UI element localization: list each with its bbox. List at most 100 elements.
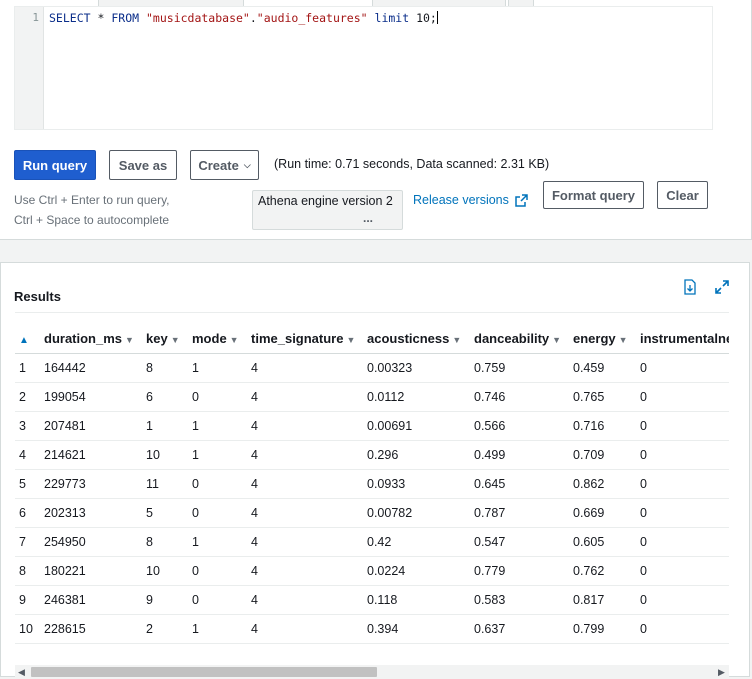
sql-editor[interactable]: 1 SELECT * FROM "musicdatabase"."audio_f… (14, 6, 713, 130)
table-cell: 180221 (40, 556, 142, 586)
table-cell: 0 (636, 498, 729, 528)
sql-limit-value: 10; (416, 11, 437, 25)
keyboard-hint: Ctrl + Space to autocomplete (14, 213, 170, 227)
table-cell: 0.765 (569, 382, 636, 412)
table-cell: 0 (636, 353, 729, 383)
text-cursor (436, 11, 438, 24)
table-cell: 0.605 (569, 527, 636, 557)
scrollbar-thumb[interactable] (31, 667, 377, 677)
table-cell: 1 (188, 614, 247, 644)
table-cell: 0 (636, 585, 729, 615)
table-cell: 207481 (40, 411, 142, 441)
row-number-cell: 1 (15, 353, 40, 383)
format-query-button[interactable]: Format query (543, 181, 644, 209)
expand-icon[interactable] (714, 279, 730, 298)
run-query-button[interactable]: Run query (14, 150, 96, 180)
save-as-button[interactable]: Save as (109, 150, 177, 180)
column-header-energy[interactable]: energy ▼ (569, 325, 636, 354)
table-cell: 8 (142, 527, 188, 557)
table-cell: 4 (247, 469, 363, 499)
table-row: 4 214621 10 1 4 0.296 0.499 0.709 0 (15, 440, 729, 470)
table-cell: 0.637 (470, 614, 569, 644)
line-number: 1 (32, 11, 39, 24)
table-cell: 0.00323 (363, 353, 470, 383)
download-results-icon[interactable] (683, 279, 697, 298)
table-cell: 246381 (40, 585, 142, 615)
table-cell: 4 (247, 556, 363, 586)
row-number-cell: 4 (15, 440, 40, 470)
column-header-danceability[interactable]: danceability ▼ (470, 325, 569, 354)
row-number-header[interactable]: ▲ (15, 325, 40, 354)
table-cell: 199054 (40, 382, 142, 412)
table-cell: 0.645 (470, 469, 569, 499)
engine-more-button[interactable]: ... (363, 211, 373, 225)
sql-code-line[interactable]: SELECT * FROM "musicdatabase"."audio_fea… (49, 11, 438, 25)
table-cell: 0.0112 (363, 382, 470, 412)
chevron-down-icon: ⌵ (243, 159, 251, 170)
table-row: 9 246381 9 0 4 0.118 0.583 0.817 0 (15, 585, 729, 615)
table-row: 8 180221 10 0 4 0.0224 0.779 0.762 0 (15, 556, 729, 586)
row-number-cell: 10 (15, 614, 40, 644)
table-cell: 0.499 (470, 440, 569, 470)
column-header-label: energy (573, 331, 616, 347)
release-versions-label: Release versions (413, 193, 509, 207)
engine-version-box: Athena engine version 2 ... (252, 190, 403, 230)
column-header-mode[interactable]: mode ▼ (188, 325, 247, 354)
table-row: 7 254950 8 1 4 0.42 0.547 0.605 0 (15, 527, 729, 557)
table-cell: 0.709 (569, 440, 636, 470)
table-cell: 11 (142, 469, 188, 499)
table-cell: 4 (247, 411, 363, 441)
run-info-text: (Run time: 0.71 seconds, Data scanned: 2… (274, 157, 550, 171)
table-cell: 0.817 (569, 585, 636, 615)
table-cell: 1 (188, 440, 247, 470)
column-header-time-signature[interactable]: time_signature ▼ (247, 325, 363, 354)
table-cell: 254950 (40, 527, 142, 557)
column-header-duration-ms[interactable]: duration_ms ▼ (40, 325, 142, 354)
clear-button[interactable]: Clear (657, 181, 708, 209)
table-cell: 228615 (40, 614, 142, 644)
table-cell: 10 (142, 556, 188, 586)
table-cell: 0.862 (569, 469, 636, 499)
table-cell: 0 (636, 556, 729, 586)
sql-keyword: SELECT (49, 11, 91, 25)
column-header-key[interactable]: key ▼ (142, 325, 188, 354)
row-number-cell: 2 (15, 382, 40, 412)
table-cell: 4 (247, 440, 363, 470)
query-editor-panel: 1 SELECT * FROM "musicdatabase"."audio_f… (0, 0, 752, 240)
column-header-label: time_signature (251, 331, 344, 347)
table-cell: 10 (142, 440, 188, 470)
row-number-cell: 3 (15, 411, 40, 441)
column-header-instrumentalness[interactable]: instrumentalne (636, 325, 729, 354)
table-cell: 4 (247, 353, 363, 383)
table-cell: 0.779 (470, 556, 569, 586)
create-dropdown-button[interactable]: Create ⌵ (190, 150, 259, 180)
release-versions-link[interactable]: Release versions (413, 193, 528, 207)
row-number-cell: 8 (15, 556, 40, 586)
table-cell: 0.669 (569, 498, 636, 528)
table-cell: 0.759 (470, 353, 569, 383)
sql-table-name: "audio_features" (256, 11, 368, 25)
column-header-acousticness[interactable]: acousticness ▼ (363, 325, 470, 354)
table-cell: 0.787 (470, 498, 569, 528)
results-table-wrapper: ▲ duration_ms ▼ key ▼ mode ▼ time_signature… (15, 325, 729, 645)
table-cell: 214621 (40, 440, 142, 470)
table-cell: 0.547 (470, 527, 569, 557)
table-cell: 0.42 (363, 527, 470, 557)
results-table: ▲ duration_ms ▼ key ▼ mode ▼ time_signature… (15, 325, 729, 644)
table-cell: 0.00782 (363, 498, 470, 528)
column-header-label: acousticness (367, 331, 450, 347)
table-row: 10 228615 2 1 4 0.394 0.637 0.799 0 (15, 614, 729, 644)
sql-keyword: limit (374, 11, 410, 25)
table-cell: 0 (636, 527, 729, 557)
table-cell: 0.762 (569, 556, 636, 586)
row-number-cell: 7 (15, 527, 40, 557)
table-row: 3 207481 1 1 4 0.00691 0.566 0.716 0 (15, 411, 729, 441)
sql-database-name: "musicdatabase" (146, 11, 250, 25)
sort-triangle-icon: ▼ (618, 335, 628, 346)
table-cell: 6 (142, 382, 188, 412)
sort-triangle-icon: ▼ (552, 335, 562, 346)
table-cell: 164442 (40, 353, 142, 383)
table-cell: 0.0224 (363, 556, 470, 586)
table-cell: 0.394 (363, 614, 470, 644)
table-cell: 0 (188, 382, 247, 412)
